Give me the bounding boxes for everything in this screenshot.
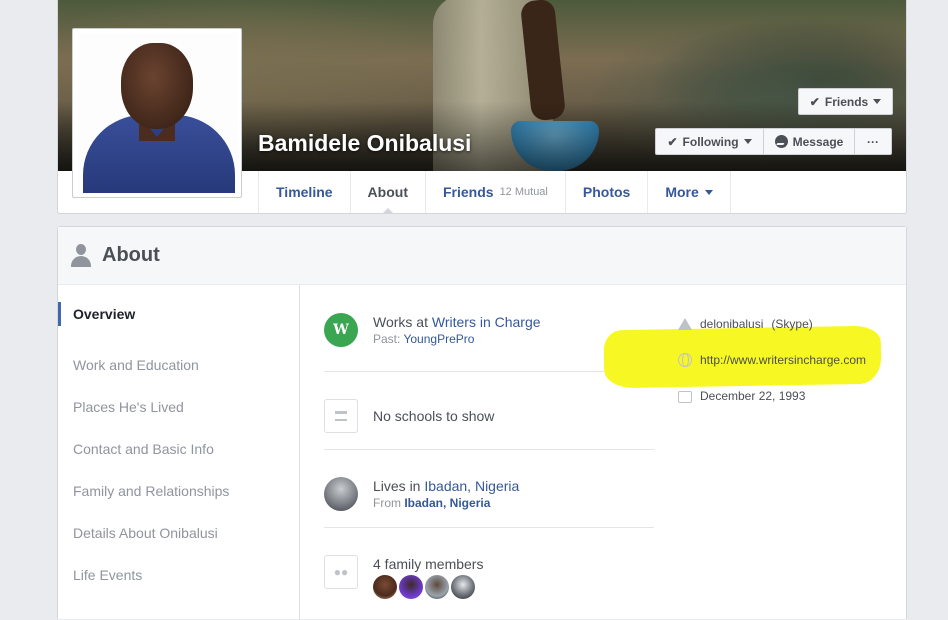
contact-list: delonibalusi (Skype) http://www.writersi… <box>678 315 908 423</box>
nav-work-education[interactable]: Work and Education <box>58 344 299 386</box>
profile-picture[interactable] <box>72 28 242 198</box>
website-link[interactable]: http://www.writersincharge.com <box>700 353 866 367</box>
profile-tabs: Timeline About Friends 12 Mutual Photos … <box>258 171 731 214</box>
nav-life-events[interactable]: Life Events <box>58 554 299 596</box>
skype-label: (Skype) <box>771 317 813 331</box>
caret-down-icon <box>704 189 713 195</box>
globe-icon <box>678 353 692 367</box>
writers-in-charge-logo-icon[interactable]: W <box>324 313 358 347</box>
place-item: Lives in Ibadan, Nigeria From Ibadan, Ni… <box>324 450 654 528</box>
employer-link[interactable]: Writers in Charge <box>432 314 541 330</box>
avatar[interactable] <box>399 575 423 599</box>
following-button-label: Following <box>682 134 739 149</box>
family-avatars <box>373 575 483 599</box>
skype-row: delonibalusi (Skype) <box>678 315 908 333</box>
caret-down-icon <box>743 139 752 144</box>
caret-down-icon <box>873 99 882 104</box>
family-count[interactable]: 4 family members <box>373 555 483 573</box>
message-button[interactable]: Message <box>763 128 855 155</box>
birthday-text: December 22, 1993 <box>700 389 806 403</box>
messenger-icon <box>774 135 788 148</box>
tab-about[interactable]: About <box>349 171 425 214</box>
website-row: http://www.writersincharge.com <box>678 351 908 369</box>
mutual-friends-count: 12 Mutual <box>499 186 548 198</box>
more-options-button[interactable]: ··· <box>854 128 892 155</box>
nav-details-about[interactable]: Details About Onibalusi <box>58 512 299 554</box>
nav-family-relationships[interactable]: Family and Relationships <box>58 470 299 512</box>
nav-contact-info[interactable]: Contact and Basic Info <box>58 428 299 470</box>
friends-button-label: Friends <box>824 94 869 109</box>
avatar[interactable] <box>425 575 449 599</box>
about-header: About <box>58 227 906 285</box>
nav-overview[interactable]: Overview <box>58 302 299 326</box>
skype-handle: delonibalusi <box>700 317 764 331</box>
ellipsis-icon: ··· <box>867 134 879 149</box>
education-item: No schools to show <box>324 372 654 450</box>
skype-icon <box>678 318 692 330</box>
profile-header: Bamidele Onibalusi ✔ Friends ✔ Following… <box>57 0 907 214</box>
overview-list: W Works at Writers in Charge Past: Young… <box>324 285 654 606</box>
avatar[interactable] <box>373 575 397 599</box>
tab-more[interactable]: More <box>647 171 731 213</box>
about-sidebar: Overview Work and Education Places He's … <box>58 285 300 620</box>
current-city-link[interactable]: Ibadan, Nigeria <box>424 478 519 494</box>
birthday-cake-icon <box>678 391 692 403</box>
person-icon <box>70 243 92 268</box>
tab-friends[interactable]: Friends 12 Mutual <box>424 171 565 213</box>
avatar[interactable] <box>451 575 475 599</box>
birthday-row: December 22, 1993 <box>678 387 908 405</box>
family-item: ●● 4 family members <box>324 528 654 606</box>
school-icon <box>324 399 358 433</box>
tab-timeline[interactable]: Timeline <box>258 171 350 213</box>
profile-name[interactable]: Bamidele Onibalusi <box>258 130 471 157</box>
check-icon: ✔ <box>809 94 820 109</box>
about-card: About Overview Work and Education Places… <box>57 226 908 620</box>
following-button[interactable]: ✔ Following <box>655 128 764 155</box>
hometown-link[interactable]: Ibadan, Nigeria <box>404 496 490 510</box>
city-photo-icon[interactable] <box>324 477 358 511</box>
no-schools-text: No schools to show <box>373 408 495 424</box>
nav-places-lived[interactable]: Places He's Lived <box>58 386 299 428</box>
friends-button[interactable]: ✔ Friends <box>798 88 893 115</box>
about-title[interactable]: About <box>102 244 160 267</box>
tab-photos[interactable]: Photos <box>564 171 647 213</box>
check-icon: ✔ <box>667 134 678 149</box>
family-icon: ●● <box>324 555 358 589</box>
message-button-label: Message <box>792 134 844 149</box>
past-employer-link[interactable]: YoungPrePro <box>403 332 474 346</box>
